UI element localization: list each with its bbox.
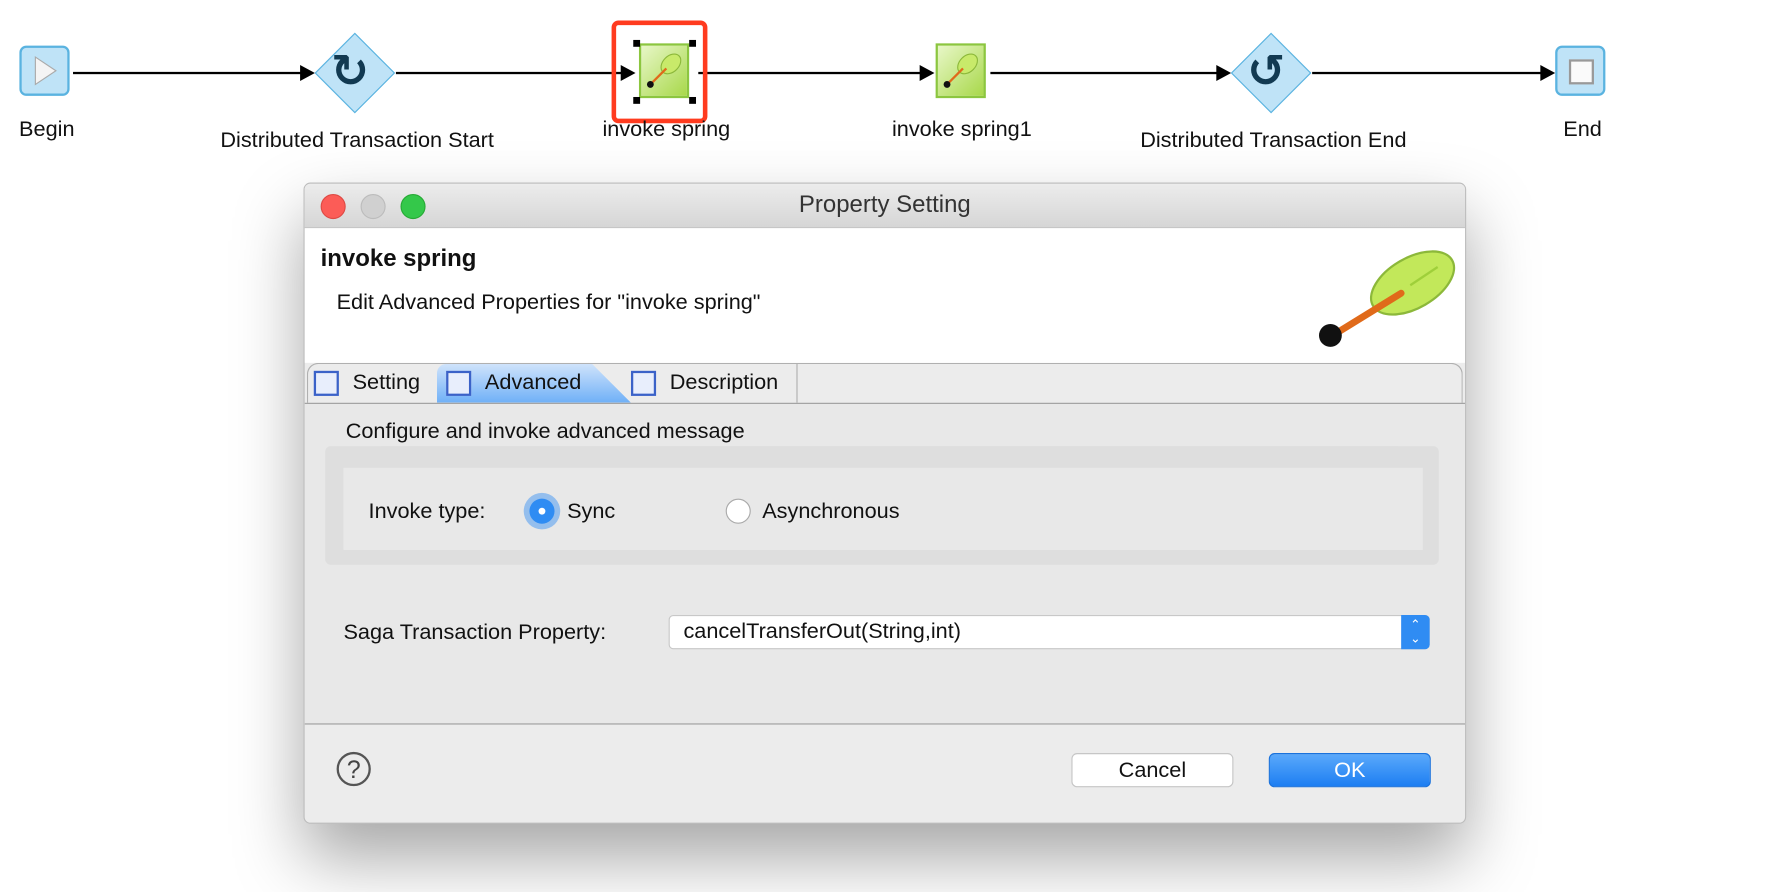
tab-setting[interactable]: Setting — [309, 364, 437, 403]
node-label: End — [1563, 117, 1602, 142]
invoke-type-panel: Invoke type: Sync Asynchronous — [343, 467, 1423, 550]
chevron-up-down-icon: ⌃ ⌄ — [1401, 614, 1430, 650]
arrow-head — [1216, 65, 1232, 82]
begin-node[interactable] — [19, 45, 70, 96]
asynchronous-label[interactable]: Asynchronous — [762, 500, 899, 525]
advanced-tab-icon — [446, 370, 472, 396]
sync-label[interactable]: Sync — [567, 500, 615, 525]
section-title: Configure and invoke advanced message — [345, 419, 745, 444]
arrow-head — [300, 65, 315, 82]
connector — [698, 71, 925, 75]
advanced-tab-content: Configure and invoke advanced message In… — [304, 402, 1466, 725]
title-bar[interactable]: Property Setting — [304, 183, 1466, 229]
connector — [395, 71, 625, 75]
tab-label: Advanced — [484, 370, 582, 395]
help-button[interactable]: ? — [336, 751, 371, 787]
header-title: invoke spring — [320, 245, 477, 272]
connector — [73, 71, 309, 75]
tab-label: Setting — [352, 370, 421, 395]
node-label: invoke spring1 — [891, 117, 1032, 142]
dialog-title: Property Setting — [798, 191, 971, 218]
spring-leaf-icon — [1318, 250, 1456, 347]
resize-handle[interactable] — [633, 96, 641, 104]
spring-leaf-icon — [943, 53, 978, 88]
arrow-head — [919, 65, 935, 82]
invoke-type-group: Invoke type: Sync Asynchronous — [325, 446, 1439, 565]
cancel-button[interactable]: Cancel — [1071, 753, 1234, 788]
arrow-head — [1540, 65, 1556, 82]
description-tab-icon — [630, 370, 657, 396]
asynchronous-radio[interactable] — [725, 498, 751, 524]
spring-leaf-icon — [646, 53, 682, 88]
saga-transaction-select[interactable]: cancelTransferOut(String,int) ⌃ ⌄ — [668, 614, 1430, 650]
rotate-counterclockwise-icon: ↺ — [1247, 46, 1286, 97]
node-label: Begin — [19, 117, 75, 142]
ok-button[interactable]: OK — [1268, 753, 1431, 788]
stop-icon — [1568, 59, 1594, 85]
node-label: Distributed Transaction Start — [220, 128, 494, 153]
resize-handle[interactable] — [633, 39, 641, 47]
node-label: invoke spring — [602, 117, 731, 142]
connector — [1312, 71, 1552, 75]
invoke-spring-node[interactable] — [638, 43, 690, 99]
property-setting-dialog: Property Setting invoke spring Edit Adva… — [303, 182, 1467, 824]
play-icon — [34, 55, 57, 86]
saga-label: Saga Transaction Property: — [343, 620, 607, 645]
invoke-type-label: Invoke type: — [368, 499, 486, 524]
setting-tab-icon — [313, 370, 339, 396]
rotate-clockwise-icon: ↻ — [330, 46, 370, 97]
sync-radio[interactable] — [529, 498, 555, 524]
tab-description[interactable]: Description — [626, 363, 798, 403]
header-subtitle: Edit Advanced Properties for "invoke spr… — [336, 290, 761, 315]
connector — [990, 71, 1219, 75]
dialog-header: invoke spring Edit Advanced Properties f… — [304, 228, 1466, 363]
invoke-spring1-node[interactable] — [935, 43, 986, 99]
end-node[interactable] — [1555, 45, 1606, 96]
saga-selected-value: cancelTransferOut(String,int) — [683, 619, 961, 644]
node-label: Distributed Transaction End — [1140, 128, 1407, 153]
tab-label: Description — [669, 370, 779, 395]
resize-handle[interactable] — [689, 39, 697, 47]
resize-handle[interactable] — [689, 96, 697, 104]
